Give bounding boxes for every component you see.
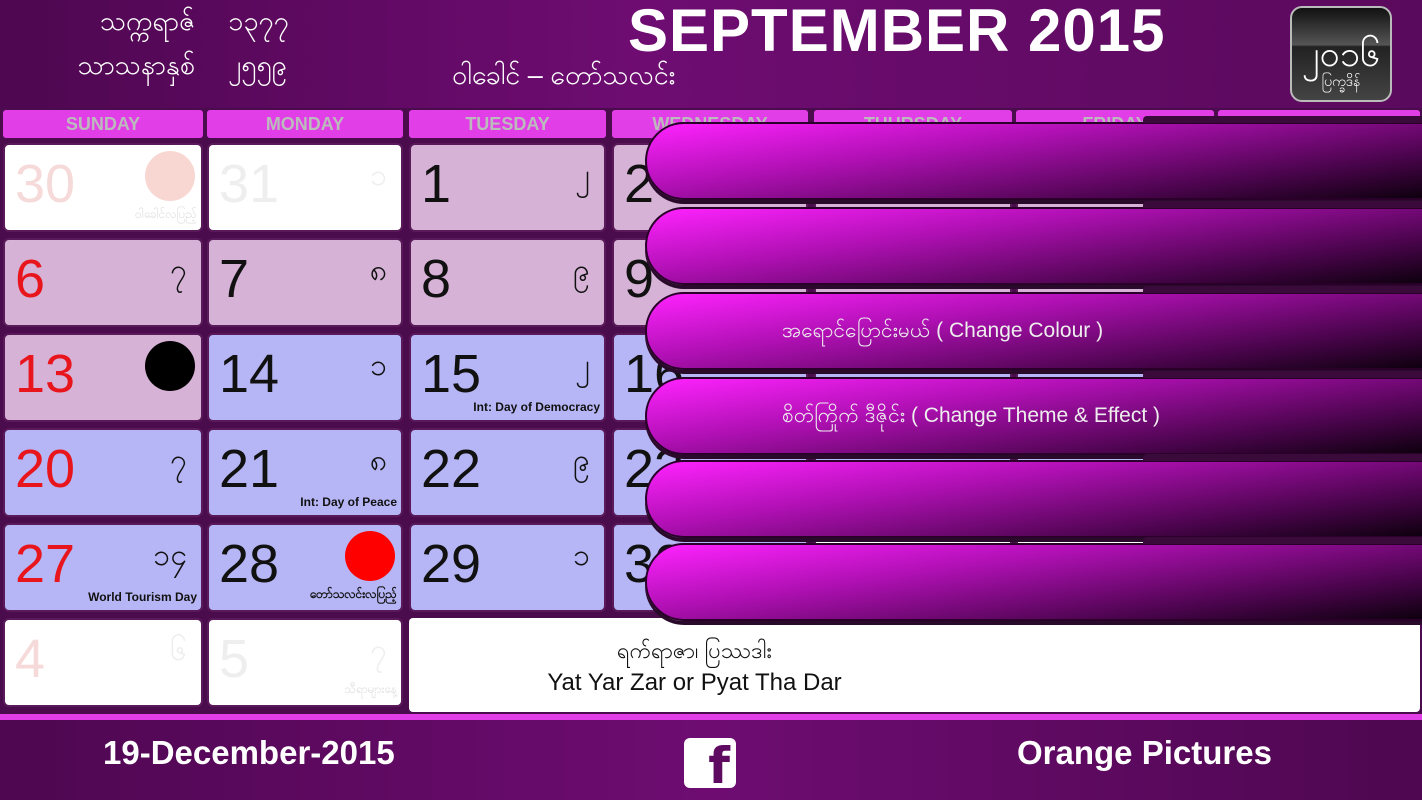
month-title: SEPTEMBER 2015 — [628, 0, 1166, 64]
day-cell[interactable]: 27 ၁၄ World Tourism Day — [3, 523, 203, 612]
myanmar-months: ဝါခေါင် – တော်သလင်း — [452, 60, 676, 90]
day-cell[interactable]: 6၇ — [3, 238, 203, 327]
myanmar-day: ၈ — [369, 444, 387, 477]
day-note: World Tourism Day — [88, 590, 197, 604]
day-number: 27 — [15, 534, 76, 594]
day-cell[interactable]: 22 ၉ — [409, 428, 606, 517]
day-number: 20 — [15, 439, 76, 499]
myanmar-day: ၉ — [573, 254, 590, 287]
myanmar-day: ၉ — [573, 444, 590, 477]
day-number: 21 — [219, 439, 280, 499]
myanmar-day: ၇ — [370, 634, 387, 667]
menu-item-5[interactable] — [645, 454, 1422, 538]
day-header-tuesday: TUESDAY — [409, 110, 606, 138]
day-cell[interactable]: 8၉ — [409, 238, 606, 327]
myanmar-day: ၁ — [370, 349, 387, 382]
holiday-myanmar: ရက်ရာဇာ၊ ပြဿဒါး — [617, 638, 772, 663]
day-number: 7 — [219, 249, 250, 309]
facebook-icon[interactable]: f — [684, 738, 736, 794]
menu-item-3[interactable]: အရောင်ပြောင်းမယ် ( Change Colour ) — [645, 286, 1422, 370]
myanmar-day: ၁ — [573, 539, 590, 572]
day-number: 1 — [421, 154, 452, 214]
era2-value: ၂၅၅၉ — [228, 50, 287, 80]
day-number: 4 — [15, 629, 46, 689]
myanmar-day: ၇ — [170, 254, 187, 287]
era1-value: ၁၃၇၇ — [228, 6, 289, 36]
day-number: 14 — [219, 344, 280, 404]
day-cell[interactable]: 20 ၇ — [3, 428, 203, 517]
new-moon-icon — [145, 341, 195, 391]
day-cell[interactable]: 1၂ — [409, 143, 606, 232]
menu-item-1[interactable] — [645, 116, 1422, 200]
full-moon-icon — [145, 151, 195, 201]
logo-number: ၂၀၁၆ — [1301, 33, 1381, 74]
day-cell[interactable]: 30 ဝါခေါင်လပြည့် — [3, 143, 203, 232]
myanmar-day: ၇ — [170, 444, 187, 477]
day-note: Int: Day of Peace — [300, 495, 397, 509]
myanmar-day: ၁၄ — [153, 539, 187, 572]
era2-label: သာသနာနှစ် — [77, 50, 195, 80]
day-cell[interactable]: 28 တော်သလင်းလပြည့် — [207, 523, 403, 612]
menu-item-6[interactable] — [645, 537, 1422, 621]
myanmar-day: ၂ — [575, 349, 590, 382]
menu-item-2[interactable] — [645, 201, 1422, 285]
day-note: ဝါခေါင်လပြည့် — [134, 207, 197, 221]
day-header-sunday: SUNDAY — [3, 110, 203, 138]
day-number: 6 — [15, 249, 46, 309]
day-note: Int: Day of Democracy — [473, 400, 600, 414]
myanmar-day: ၈ — [369, 254, 387, 287]
day-cell[interactable]: 4၆ — [3, 618, 203, 707]
day-number: 13 — [15, 344, 76, 404]
day-number: 29 — [421, 534, 482, 594]
day-cell[interactable]: 14 ၁ — [207, 333, 403, 422]
day-cell[interactable]: 31 ၁ — [207, 143, 403, 232]
day-note: သီရာများနေ့ — [344, 682, 397, 696]
holiday-english: Yat Yar Zar or Pyat Tha Dar — [547, 669, 842, 696]
myanmar-day: ၂ — [575, 159, 590, 192]
day-number: 28 — [219, 534, 280, 594]
footer: 19-December-2015 f Orange Pictures — [0, 714, 1422, 800]
day-number: 5 — [219, 629, 250, 689]
era1-label: သက္ကရာဇ် — [99, 6, 195, 36]
day-number: 30 — [15, 154, 76, 214]
current-date: 19-December-2015 — [103, 734, 395, 771]
day-header-monday: MONDAY — [207, 110, 403, 138]
day-number: 15 — [421, 344, 482, 404]
day-number: 31 — [219, 154, 280, 214]
app-logo[interactable]: ၂၀၁၆ ပြက္ခဒိန် — [1290, 6, 1392, 102]
day-number: 8 — [421, 249, 452, 309]
day-cell[interactable]: 5 ၇သီရာများနေ့ — [207, 618, 403, 707]
myanmar-day: ၁ — [370, 159, 387, 192]
day-cell[interactable]: 13 — [3, 333, 203, 422]
day-number: 22 — [421, 439, 482, 499]
holiday-info: ရက်ရာဇာ၊ ပြဿဒါး Yat Yar Zar or Pyat Tha D… — [409, 618, 1420, 712]
day-cell[interactable]: 29 ၁ — [409, 523, 606, 612]
header: သက္ကရာဇ် ၁၃၇၇ သာသနာနှစ် ၂၅၅၉ SEPTEMBER 2… — [0, 0, 1422, 106]
day-cell[interactable]: 7၈ — [207, 238, 403, 327]
menu-item-4[interactable]: စိတ်ကြိုက် ဒီဇိုင်း ( Change Theme & Eff… — [645, 371, 1422, 455]
publisher-name: Orange Pictures — [1017, 734, 1272, 771]
full-moon-icon — [345, 531, 395, 581]
day-cell[interactable]: 15 ၂ Int: Day of Democracy — [409, 333, 606, 422]
day-cell[interactable]: 21 ၈ Int: Day of Peace — [207, 428, 403, 517]
myanmar-day: ၆ — [170, 634, 187, 667]
day-note: တော်သလင်းလပြည့် — [309, 587, 397, 601]
logo-text: ပြက္ခဒိန် — [1321, 73, 1361, 89]
